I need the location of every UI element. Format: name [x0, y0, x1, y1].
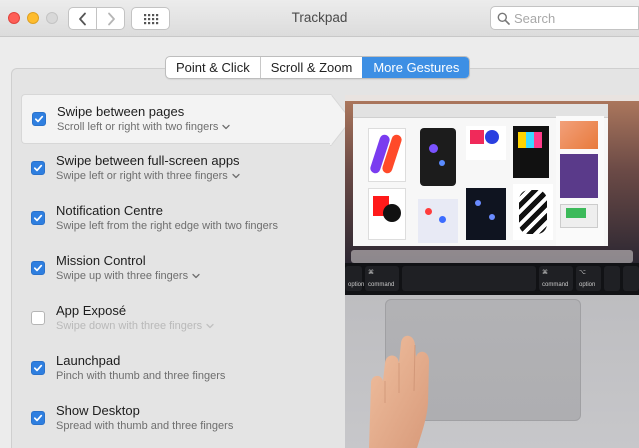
search-icon [497, 12, 510, 25]
search-input[interactable] [514, 10, 634, 26]
gesture-preview: option ⌘ command ⌘ command ⌥ option [345, 95, 639, 448]
checkmark-icon [34, 115, 44, 123]
gesture-subtitle: Swipe left or right with three fingers [56, 170, 228, 182]
gesture-title: Notification Centre [56, 203, 163, 218]
gesture-row-app-expose[interactable]: App Exposé Swipe down with three fingers [21, 294, 330, 344]
minimize-button[interactable] [27, 12, 39, 24]
gesture-subtitle: Swipe up with three fingers [56, 270, 189, 282]
hand-illustration [369, 335, 429, 448]
checkmark-icon [33, 264, 43, 272]
gesture-row-launchpad[interactable]: Launchpad Pinch with thumb and three fin… [21, 344, 330, 394]
back-chevron-icon [78, 12, 86, 25]
gesture-row-mission-control[interactable]: Mission Control Swipe up with three fing… [21, 244, 330, 294]
gesture-subtitle: Spread with thumb and three fingers [56, 420, 234, 432]
gesture-title: App Exposé [56, 303, 127, 318]
chevron-down-icon [206, 323, 214, 329]
gesture-option-menu[interactable]: Swipe down with three fingers [56, 320, 214, 332]
preview-second-window [556, 116, 604, 246]
grid-icon [143, 13, 158, 24]
gesture-option-menu[interactable]: Swipe left or right with three fingers [56, 170, 240, 182]
chevron-down-icon [222, 124, 231, 130]
gesture-option-menu[interactable]: Swipe up with three fingers [56, 270, 200, 282]
gesture-subtitle: Scroll left or right with two fingers [57, 121, 219, 133]
gesture-description: Swipe left from the right edge with two … [56, 220, 278, 232]
checkbox-show-desktop[interactable] [31, 411, 45, 425]
checkbox-notification-centre[interactable] [31, 211, 45, 225]
forward-chevron-icon [107, 12, 115, 25]
checkbox-swipe-fullscreen[interactable] [31, 161, 45, 175]
gesture-title: Launchpad [56, 353, 121, 368]
tab-more-gestures[interactable]: More Gestures [362, 57, 470, 78]
preview-menu-bar [345, 95, 639, 101]
tab-bar: Point & Click Scroll & Zoom More Gesture… [165, 56, 471, 79]
gesture-row-show-desktop[interactable]: Show Desktop Spread with thumb and three… [21, 394, 330, 444]
tab-point-click[interactable]: Point & Click [166, 57, 260, 78]
gesture-title: Show Desktop [56, 403, 140, 418]
preview-keyboard: option ⌘ command ⌘ command ⌥ option [345, 263, 639, 295]
preview-dock [351, 250, 633, 263]
navigation-buttons [68, 7, 125, 30]
chevron-down-icon [192, 273, 200, 279]
checkbox-mission-control[interactable] [31, 261, 45, 275]
preview-screen [345, 95, 639, 263]
search-field[interactable] [490, 6, 639, 30]
gesture-title: Swipe between pages [57, 104, 185, 119]
checkmark-icon [33, 364, 43, 372]
checkbox-launchpad[interactable] [31, 361, 45, 375]
checkmark-icon [33, 164, 43, 172]
zoom-button[interactable] [46, 12, 58, 24]
gesture-description: Pinch with thumb and three fingers [56, 370, 225, 382]
preview-laptop-body [345, 295, 639, 448]
gesture-title: Swipe between full-screen apps [56, 153, 240, 168]
checkbox-swipe-pages[interactable] [32, 112, 46, 126]
show-all-button[interactable] [131, 7, 170, 30]
gesture-row-swipe-fullscreen[interactable]: Swipe between full-screen apps Swipe lef… [21, 144, 330, 194]
close-button[interactable] [8, 12, 20, 24]
checkmark-icon [33, 214, 43, 222]
checkmark-icon [33, 414, 43, 422]
gesture-description: Spread with thumb and three fingers [56, 420, 233, 432]
gesture-subtitle: Swipe down with three fingers [56, 320, 203, 332]
gesture-row-swipe-pages[interactable]: Swipe between pages Scroll left or right… [21, 94, 352, 146]
gesture-option-menu[interactable]: Scroll left or right with two fingers [57, 121, 231, 133]
forward-button[interactable] [96, 8, 124, 29]
title-bar: Trackpad [0, 0, 639, 37]
checkbox-app-expose[interactable] [31, 311, 45, 325]
back-button[interactable] [69, 8, 96, 29]
chevron-down-icon [232, 173, 240, 179]
gesture-row-notification-centre[interactable]: Notification Centre Swipe left from the … [21, 194, 330, 244]
gesture-subtitle: Swipe left from the right edge with two … [56, 220, 278, 232]
tab-scroll-zoom[interactable]: Scroll & Zoom [259, 57, 363, 78]
gesture-title: Mission Control [56, 253, 146, 268]
gesture-subtitle: Pinch with thumb and three fingers [56, 370, 226, 382]
